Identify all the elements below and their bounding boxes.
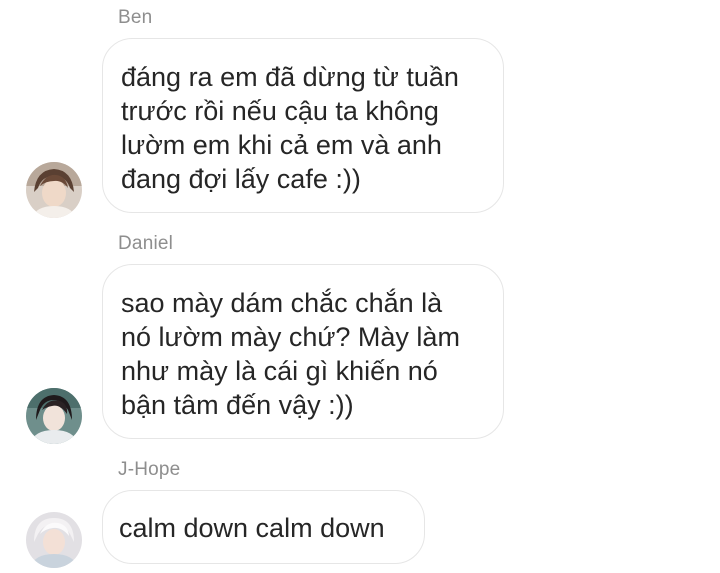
message-bubble[interactable]: calm down calm down — [102, 490, 425, 564]
avatar-photo-icon — [26, 512, 82, 568]
message-text-line: lườm em khi cả em và anh — [121, 130, 442, 160]
avatar-photo-icon — [26, 162, 82, 218]
avatar-photo-icon — [26, 388, 82, 444]
message-text-line: sao mày dám chắc chắn là — [121, 288, 443, 318]
message-text-line: như mày là cái gì khiến nó — [121, 356, 438, 386]
message-bubble[interactable]: sao mày dám chắc chắn là nó lườm mày chứ… — [102, 264, 504, 439]
sender-name: Ben — [118, 7, 153, 28]
message-text-line: đáng ra em đã dừng từ tuần — [121, 62, 459, 92]
avatar[interactable] — [26, 512, 82, 568]
message-text-line: trước rồi nếu cậu ta không — [121, 96, 439, 126]
avatar[interactable] — [26, 388, 82, 444]
message-text-line: đang đợi lấy cafe :)) — [121, 164, 361, 194]
message-text-line: calm down calm down — [119, 513, 385, 543]
message-bubble[interactable]: đáng ra em đã dừng từ tuần trước rồi nếu… — [102, 38, 504, 213]
sender-name: Daniel — [118, 233, 174, 254]
avatar[interactable] — [26, 162, 82, 218]
message-text-line: nó lườm mày chứ? Mày làm — [121, 322, 460, 352]
sender-name: J-Hope — [118, 459, 181, 480]
message-text-line: bận tâm đến vậy :)) — [121, 390, 354, 420]
